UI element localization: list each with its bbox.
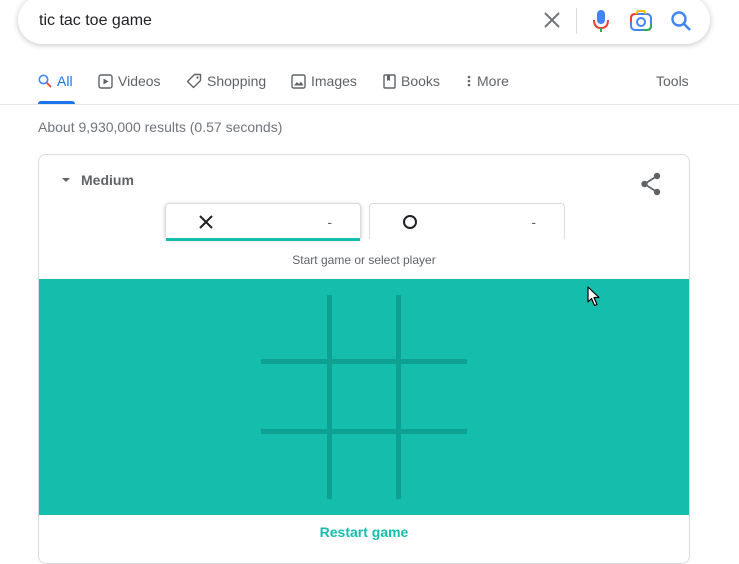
search-input[interactable]: tic tac toe game [39,12,152,30]
board-cell[interactable] [261,364,327,428]
board-cell[interactable] [401,295,467,359]
player-x-score: - [327,214,332,230]
search-icon[interactable] [670,10,692,32]
search-tabs: All Videos Shopping Images Books More To… [0,60,739,105]
player-o-score: - [531,214,536,230]
result-stats: About 9,930,000 results (0.57 seconds) [38,119,283,135]
tab-books[interactable]: Books [383,73,440,89]
board-cell[interactable] [401,434,467,498]
tag-icon [186,73,202,89]
tab-label: Images [311,73,357,89]
tab-videos[interactable]: Videos [98,73,161,89]
game-status: Start game or select player [292,253,436,267]
player-o-button[interactable]: - [369,203,565,239]
image-icon [291,73,306,89]
tab-label: All [57,73,73,89]
game-board [39,279,689,515]
caret-down-icon [62,178,70,182]
video-icon [98,73,113,89]
player-x-button[interactable]: - [165,203,361,241]
tools-label: Tools [656,73,689,89]
book-icon [383,73,396,89]
share-icon[interactable] [640,172,662,196]
tab-label: Books [401,73,440,89]
board-cell[interactable] [332,364,398,428]
search-divider [576,8,577,34]
board-cell[interactable] [261,295,327,359]
search-bar[interactable]: tic tac toe game [18,0,710,44]
search-icon [38,74,52,88]
difficulty-dropdown[interactable]: Medium [61,172,134,188]
board-cell[interactable] [332,434,398,498]
active-player-indicator [166,238,360,241]
board-cell[interactable] [401,364,467,428]
more-vert-icon [467,75,471,87]
tab-more[interactable]: More [466,73,509,89]
board-cell[interactable] [332,295,398,359]
active-tab-indicator [38,101,75,104]
tab-images[interactable]: Images [291,73,357,89]
difficulty-label: Medium [81,172,134,188]
camera-lens-icon[interactable] [629,10,653,32]
tab-label: More [477,73,509,89]
restart-game-button[interactable]: Restart game [39,524,689,540]
tab-label: Shopping [207,73,267,89]
tab-shopping[interactable]: Shopping [186,73,266,89]
tab-label: Videos [118,73,161,89]
o-mark-icon [403,215,417,229]
tools-button[interactable]: Tools [656,73,689,89]
tic-tac-toe-card: Medium - - Start game or select player R… [38,154,690,564]
mic-icon[interactable] [591,8,611,34]
board-cell[interactable] [261,434,327,498]
mouse-pointer-icon [587,286,600,307]
tab-all[interactable]: All [38,73,73,89]
clear-icon[interactable] [542,10,562,30]
board-grid [261,295,467,499]
x-mark-icon [199,215,213,229]
